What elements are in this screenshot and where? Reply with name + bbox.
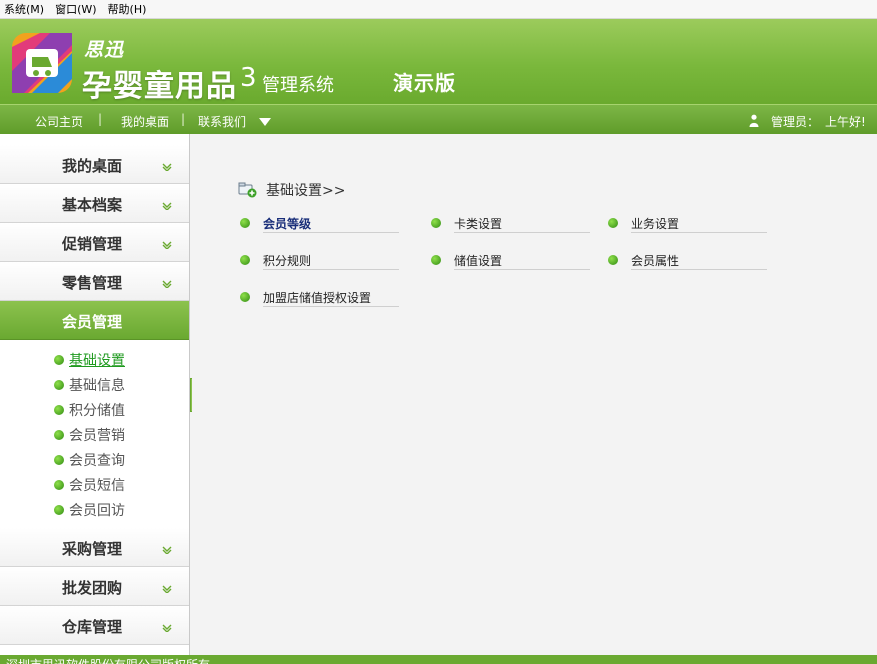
chevron-down-icon[interactable] — [259, 118, 271, 126]
bullet-icon — [54, 380, 64, 390]
bullet-icon — [431, 218, 441, 228]
app-logo-icon — [12, 33, 72, 93]
submenu-member-sms[interactable]: 会员短信 — [54, 475, 125, 495]
link-card-type-settings[interactable]: 卡类设置 — [431, 213, 590, 233]
chevron-down-icon — [162, 585, 172, 593]
menu-window[interactable]: 窗口(W) — [51, 1, 103, 17]
bullet-icon — [54, 405, 64, 415]
sidebar-menu-label: 会员管理 — [62, 313, 123, 331]
sidebar-menu-label: 促销管理 — [62, 235, 123, 253]
copyright-text: 深圳市思迅软件股份有限公司版权所有 — [6, 656, 210, 664]
sidebar-menu-retail[interactable]: 零售管理 — [0, 262, 189, 301]
bullet-icon — [54, 430, 64, 440]
link-label: 会员属性 — [631, 254, 680, 268]
sidebar-menu-label: 零售管理 — [62, 274, 123, 292]
link-label: 卡类设置 — [454, 217, 503, 231]
link-stored-value-settings[interactable]: 储值设置 — [431, 250, 590, 270]
folder-add-icon — [238, 182, 257, 198]
nav-my-desktop[interactable]: 我的桌面 — [121, 113, 169, 130]
submenu-label: 积分储值 — [69, 403, 125, 419]
bullet-icon — [608, 255, 618, 265]
submenu-label: 基础信息 — [69, 378, 125, 394]
brand-subtitle: 管理系统 — [262, 75, 334, 96]
submenu-label: 基础设置 — [69, 353, 125, 369]
top-nav: 公司主页 | 我的桌面 | 联系我们 管理员： 上午好! — [0, 104, 877, 134]
section-title: 基础设置>> — [266, 183, 346, 199]
main-content: 基础设置>> 会员等级 卡类设置 业务设置 积分规则 储值设置 会员属性 加盟店… — [192, 134, 877, 655]
sidebar-menu-label: 采购管理 — [62, 540, 123, 558]
bullet-icon — [54, 355, 64, 365]
link-member-level[interactable]: 会员等级 — [240, 213, 399, 233]
sidebar: 我的桌面 基本档案 促销管理 零售管理 会员管理 基础设置 基础信息 积分储值 … — [0, 134, 190, 655]
brand-small: 思迅 — [84, 39, 125, 61]
brand-main: 孕婴童用品 — [82, 69, 237, 104]
section-header: 基础设置>> — [238, 180, 345, 200]
demo-badge: 演示版 — [393, 71, 456, 95]
footer: 深圳市思迅软件股份有限公司版权所有 — [0, 655, 877, 664]
submenu-basic-settings[interactable]: 基础设置 — [54, 350, 125, 370]
bullet-icon — [54, 480, 64, 490]
brand-version: 3 — [240, 63, 257, 93]
chevron-down-icon — [162, 624, 172, 632]
user-label: 管理员： — [771, 115, 820, 129]
bullet-icon — [240, 255, 250, 265]
menu-help[interactable]: 帮助(H) — [104, 1, 154, 17]
submenu-points-stored-value[interactable]: 积分储值 — [54, 400, 125, 420]
link-label: 加盟店储值授权设置 — [263, 291, 372, 305]
sidebar-menu-label: 我的桌面 — [62, 157, 123, 175]
chevron-down-icon — [162, 202, 172, 210]
chevron-down-icon — [162, 163, 172, 171]
bullet-icon — [240, 218, 250, 228]
bullet-icon — [240, 292, 250, 302]
user-icon — [749, 114, 759, 127]
chevron-down-icon — [162, 241, 172, 249]
sidebar-menu-label: 批发团购 — [62, 579, 123, 597]
submenu-member-marketing[interactable]: 会员营销 — [54, 425, 125, 445]
sidebar-menu-promotion[interactable]: 促销管理 — [0, 223, 189, 262]
member-submenu: 基础设置 基础信息 积分储值 会员营销 会员查询 会员短信 会员回访 — [0, 340, 189, 528]
menubar: 系统(M) 窗口(W) 帮助(H) — [0, 0, 877, 19]
submenu-basic-info[interactable]: 基础信息 — [54, 375, 125, 395]
nav-company-home[interactable]: 公司主页 — [35, 113, 83, 130]
menu-system[interactable]: 系统(M) — [0, 1, 51, 17]
sidebar-menu-wholesale[interactable]: 批发团购 — [0, 567, 189, 606]
link-label: 储值设置 — [454, 254, 503, 268]
link-label: 会员等级 — [263, 217, 312, 231]
nav-contact-us[interactable]: 联系我们 — [198, 113, 246, 130]
bullet-icon — [431, 255, 441, 265]
sidebar-menu-basic-archive[interactable]: 基本档案 — [0, 184, 189, 223]
sidebar-menu-purchase[interactable]: 采购管理 — [0, 528, 189, 567]
submenu-label: 会员短信 — [69, 478, 125, 494]
submenu-member-query[interactable]: 会员查询 — [54, 450, 125, 470]
link-business-settings[interactable]: 业务设置 — [608, 213, 767, 233]
link-label: 积分规则 — [263, 254, 312, 268]
link-franchise-stored-value-auth[interactable]: 加盟店储值授权设置 — [240, 287, 399, 307]
link-points-rules[interactable]: 积分规则 — [240, 250, 399, 270]
bullet-icon — [54, 455, 64, 465]
chevron-down-icon — [162, 280, 172, 288]
submenu-label: 会员查询 — [69, 453, 125, 469]
sidebar-menu-member[interactable]: 会员管理 — [0, 301, 189, 340]
bullet-icon — [608, 218, 618, 228]
sidebar-menu-my-desktop[interactable]: 我的桌面 — [0, 145, 189, 184]
greeting-text: 上午好! — [825, 115, 866, 129]
submenu-label: 会员营销 — [69, 428, 125, 444]
nav-separator: | — [181, 112, 186, 126]
chevron-down-icon — [162, 546, 172, 554]
sidebar-menu-label: 基本档案 — [62, 196, 123, 214]
nav-separator: | — [98, 112, 103, 126]
submenu-member-revisit[interactable]: 会员回访 — [54, 500, 125, 520]
sidebar-menu-label: 仓库管理 — [62, 618, 123, 636]
submenu-label: 会员回访 — [69, 503, 125, 519]
link-member-attributes[interactable]: 会员属性 — [608, 250, 767, 270]
sidebar-menu-warehouse[interactable]: 仓库管理 — [0, 606, 189, 645]
link-label: 业务设置 — [631, 217, 680, 231]
app-header: 思迅 孕婴童用品 3 管理系统 演示版 — [0, 19, 877, 104]
bullet-icon — [54, 505, 64, 515]
